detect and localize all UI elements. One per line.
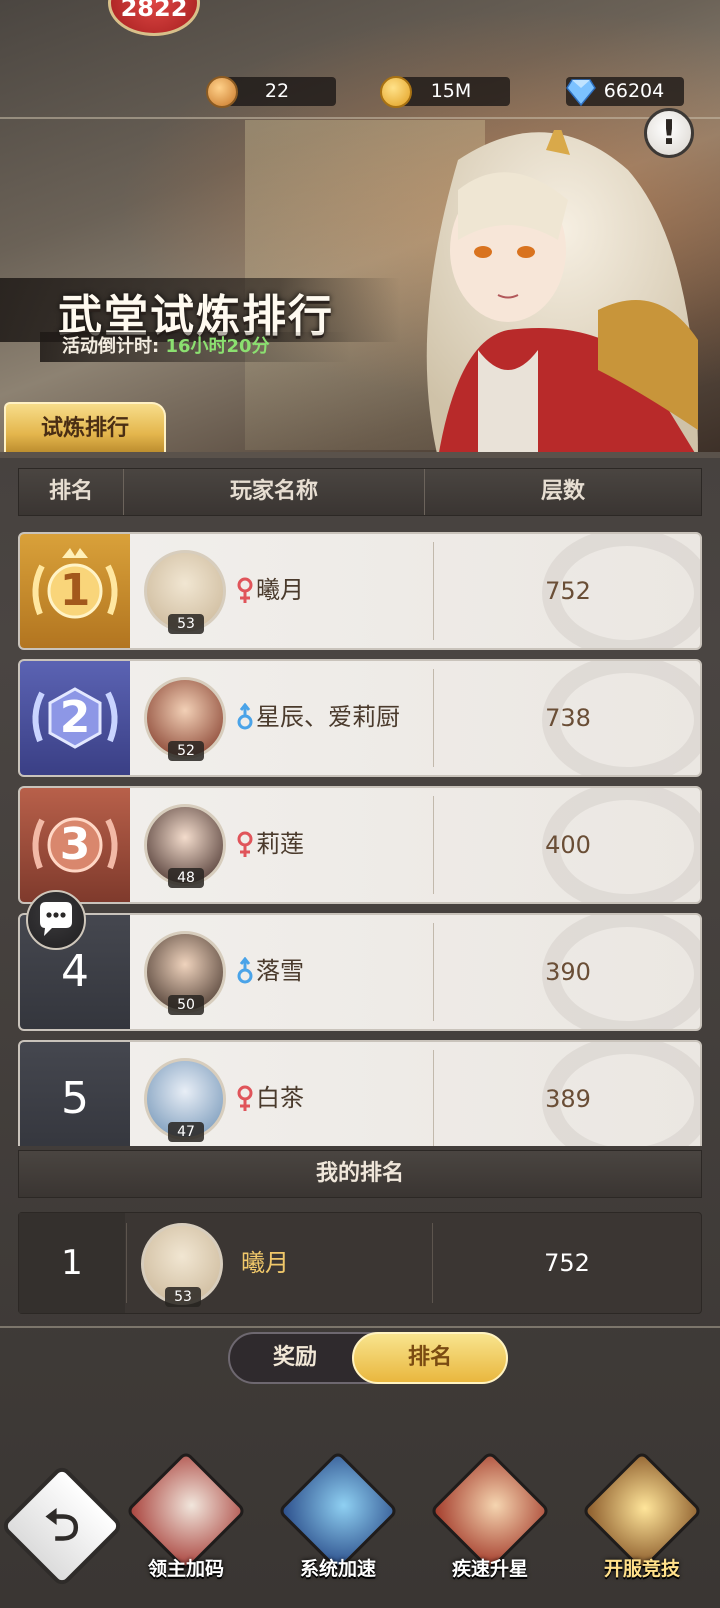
nav-lord-bonus[interactable]: 领主加码 <box>125 1450 247 1590</box>
my-floors: 752 <box>544 1249 590 1277</box>
player-name: 白茶 <box>256 1084 304 1112</box>
table-row[interactable]: 2 52 星辰、爱莉厨 738 <box>18 659 702 777</box>
banner-bottom-edge <box>0 452 720 458</box>
event-countdown: 活动倒计时: 16小时20分 <box>40 332 350 362</box>
my-level-badge: 53 <box>165 1287 201 1307</box>
nav-server-arena[interactable]: 开服竞技 <box>581 1450 703 1590</box>
level-badge: 48 <box>168 868 204 888</box>
table-row[interactable]: 5 47 白茶 389 <box>18 1040 702 1146</box>
nav-label: 系统加速 <box>299 1558 376 1580</box>
female-icon <box>237 831 253 857</box>
nav-label: 领主加码 <box>147 1558 224 1580</box>
player-floors: 738 <box>545 704 591 732</box>
player-floors: 389 <box>545 1085 591 1113</box>
my-rank-row[interactable]: 1 53 曦月 752 <box>18 1212 702 1314</box>
tab-ranking[interactable]: 排名 <box>352 1332 508 1384</box>
heroine-illustration <box>426 130 698 458</box>
countdown-label: 活动倒计时: <box>62 336 160 357</box>
table-row[interactable]: 3 48 莉莲 400 <box>18 786 702 904</box>
tab-trial-ranking[interactable]: 试炼排行 <box>4 402 166 454</box>
female-icon <box>237 1085 253 1111</box>
player-floors: 390 <box>545 958 591 986</box>
player-name: 星辰、爱莉厨 <box>256 703 400 731</box>
player-name: 落雪 <box>256 957 304 985</box>
male-icon <box>237 703 253 730</box>
player-name: 莉莲 <box>256 830 304 858</box>
ranking-list[interactable]: 1 53 曦月 752 2 52 星辰、爱莉厨 738 3 48 莉莲 400 … <box>0 526 720 1146</box>
reward-rank-toggle[interactable]: 奖励 排名 <box>228 1332 508 1384</box>
diamond-icon <box>566 79 596 106</box>
chat-button[interactable] <box>26 890 86 950</box>
nav-label: 疾速升星 <box>451 1558 528 1580</box>
banner-top-divider <box>0 117 720 119</box>
nav-label: 开服竞技 <box>603 1558 680 1580</box>
nav-system-speedup[interactable]: 系统加速 <box>277 1450 399 1590</box>
info-button[interactable]: ! <box>644 108 694 158</box>
header-floors: 层数 <box>540 479 585 504</box>
male-icon <box>237 957 253 984</box>
back-arrow-icon: ⮌ <box>44 1500 80 1551</box>
level-badge: 50 <box>168 995 204 1015</box>
event-banner: 武堂试炼排行 活动倒计时: 16小时20分 试炼排行 <box>0 0 720 458</box>
my-rank-header: 我的排名 <box>18 1150 702 1198</box>
section-divider <box>0 1326 720 1328</box>
table-row[interactable]: 1 53 曦月 752 <box>18 532 702 650</box>
table-row[interactable]: 4 50 落雪 390 <box>18 913 702 1031</box>
gold-coin-icon <box>380 76 412 108</box>
my-rank-number: 1 <box>19 1213 125 1313</box>
player-floors: 752 <box>545 577 591 605</box>
my-player-name: 曦月 <box>241 1249 289 1277</box>
header-player-name: 玩家名称 <box>229 479 318 504</box>
rank-badge-silver: 2 <box>20 661 130 775</box>
rank-badge-gold: 1 <box>20 534 130 648</box>
rank-number: 5 <box>61 1073 89 1124</box>
female-icon <box>237 577 253 603</box>
player-name: 曦月 <box>256 576 304 604</box>
level-badge: 47 <box>168 1122 204 1142</box>
ticket-icon <box>206 76 238 108</box>
level-badge: 52 <box>168 741 204 761</box>
level-badge: 53 <box>168 614 204 634</box>
chat-bubble-icon <box>40 902 72 936</box>
rank-badge: 5 <box>20 1042 130 1146</box>
nav-star-up[interactable]: 疾速升星 <box>429 1450 551 1590</box>
rank-number: 2 <box>59 692 91 743</box>
rank-number: 3 <box>59 819 91 870</box>
tab-reward[interactable]: 奖励 <box>230 1334 360 1382</box>
header-rank: 排名 <box>48 479 93 504</box>
ranking-table-header: 排名 玩家名称 层数 <box>18 468 702 516</box>
player-floors: 400 <box>545 831 591 859</box>
countdown-value: 16小时20分 <box>165 336 270 357</box>
rank-number: 1 <box>59 565 91 616</box>
rank-badge-bronze: 3 <box>20 788 130 902</box>
